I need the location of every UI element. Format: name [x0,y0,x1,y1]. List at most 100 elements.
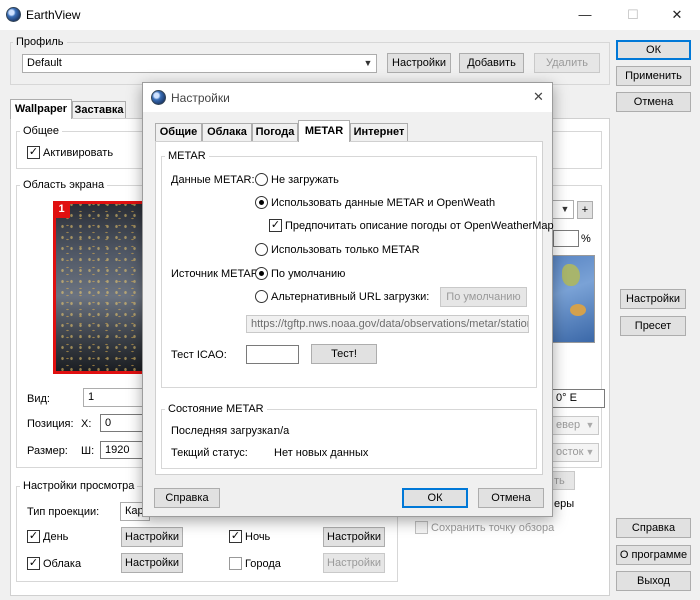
coordinate-input[interactable]: 0° E [551,389,605,408]
day-label: День [43,531,69,543]
test-icao-button[interactable]: Тест! [311,344,377,364]
percent-label: % [581,233,591,245]
dialog-close-icon[interactable]: ✕ [533,89,544,105]
activate-label: Активировать [43,147,114,159]
alt-url-input[interactable]: https://tgftp.nws.noaa.gov/data/observat… [246,315,529,333]
help-button[interactable]: Справка [616,518,691,538]
dialog-globe-icon [151,90,166,105]
dialog-help-button[interactable]: Справка [154,488,220,508]
tab-weather[interactable]: Погода [252,123,298,141]
source-default-button[interactable]: По умолчанию [440,287,527,307]
apply-button[interactable]: Применить [616,66,691,86]
general-group-label: Общее [20,125,63,137]
partial-label: еры [554,498,575,510]
ok-button[interactable]: ОК [616,40,691,60]
tab-clouds[interactable]: Облака [202,123,252,141]
night-checkbox[interactable]: ✓ [229,530,242,543]
clouds-settings-button[interactable]: Настройки [121,553,183,573]
icao-label: Тест ICAO: [171,349,227,361]
chevron-down-icon: ▼ [585,420,595,430]
monitor-preview[interactable] [53,201,154,374]
night-lights [56,204,151,371]
profile-settings-button[interactable]: Настройки [387,53,451,73]
cancel-button[interactable]: Отмена [616,92,691,112]
radio-metar-owm-label: Использовать данные METAR и OpenWeath [271,197,496,209]
last-download-value: n/a [274,425,290,437]
profile-group-label: Профиль [13,36,67,48]
percent-input[interactable] [553,230,579,247]
day-checkbox[interactable]: ✓ [27,530,40,543]
activate-checkbox[interactable]: ✓ [27,146,40,159]
cities-label: Города [245,558,281,570]
last-download-label: Последняя загрузка: [171,425,277,437]
right-select[interactable]: ▼ [551,200,574,219]
save-view-label: Сохранить точку обзора [431,522,555,534]
profile-select[interactable]: Default ▼ [22,54,377,73]
close-button[interactable]: ✕ [654,0,700,30]
radio-no-download-label: Не загружать [271,174,339,186]
metar-data-label: Данные METAR: [171,174,255,186]
chevron-down-icon: ▼ [560,204,570,214]
x-input[interactable]: 0 [100,414,144,432]
dialog-title: Настройки [171,91,230,105]
tab-metar[interactable]: METAR [298,120,350,142]
w-label: Ш: [81,445,95,457]
dialog-cancel-button[interactable]: Отмена [478,488,544,508]
night-settings-button[interactable]: Настройки [323,527,385,547]
view-select[interactable]: 1 [83,388,145,407]
prefer-owm-checkbox[interactable]: ✓ [269,219,282,232]
plus-button[interactable]: + [577,201,593,219]
radio-metar-only-label: Использовать только METAR [271,244,420,256]
radio-source-default[interactable] [255,267,268,280]
metar-group-label: METAR [165,150,209,162]
exit-button[interactable]: Выход [616,571,691,591]
view-label: Вид: [27,393,50,405]
map-land [562,264,580,286]
radio-source-alt[interactable] [255,290,268,303]
metar-status-group-label: Состояние METAR [165,403,267,415]
app-globe-icon [6,7,21,22]
settings-dialog: Настройки ✕ Общие Облака Погода METAR Ин… [142,82,554,517]
radio-metar-owm[interactable] [255,196,268,209]
position-label: Позиция: [27,418,74,430]
clouds-label: Облака [43,558,82,570]
radio-metar-only[interactable] [255,243,268,256]
icao-input[interactable] [246,345,299,364]
profile-select-value: Default [27,57,62,69]
profile-delete-button[interactable]: Удалить [534,53,600,73]
view-select-value: 1 [88,391,95,403]
tab-screensaver[interactable]: Заставка [72,101,126,119]
tab-wallpaper[interactable]: Wallpaper [10,99,72,119]
dialog-title-bar[interactable]: Настройки ✕ [143,83,552,112]
settings-button[interactable]: Настройки [620,289,686,309]
prefer-owm-label: Предпочитать описание погоды от OpenWeat… [285,220,554,232]
map-land [570,304,586,316]
cities-settings-button[interactable]: Настройки [323,553,385,573]
cities-checkbox[interactable] [229,557,242,570]
chevron-down-icon: ▼ [363,58,373,68]
preset-button[interactable]: Пресет [620,316,686,336]
minimize-button[interactable]: — [562,0,608,30]
night-label: Ночь [245,531,271,543]
profile-add-button[interactable]: Добавить [459,53,524,73]
monitor-number-badge: 1 [53,201,70,218]
dialog-ok-button[interactable]: ОК [402,488,468,508]
tab-general[interactable]: Общие [155,123,202,141]
save-view-checkbox[interactable] [415,521,428,534]
about-button[interactable]: О программе [616,545,691,565]
radio-source-alt-label: Альтернативный URL загрузки: [271,291,430,303]
window-title: EarthView [26,8,81,22]
title-bar[interactable]: EarthView — ☐ ✕ [0,0,700,30]
current-status-label: Текщий статус: [171,447,248,459]
direction-select-2[interactable]: осток ▼ [551,443,599,462]
day-settings-button[interactable]: Настройки [121,527,183,547]
clouds-checkbox[interactable]: ✓ [27,557,40,570]
earthview-window: EarthView — ☐ ✕ Профиль Default ▼ Настро… [0,0,700,600]
maximize-button[interactable]: ☐ [610,0,656,30]
partial-button[interactable]: ть [551,471,575,490]
size-label: Размер: [27,445,68,457]
direction-select-1[interactable]: евер ▼ [551,416,599,435]
tab-internet[interactable]: Интернет [350,123,408,141]
width-input[interactable]: 1920 [100,441,144,459]
radio-no-download[interactable] [255,173,268,186]
